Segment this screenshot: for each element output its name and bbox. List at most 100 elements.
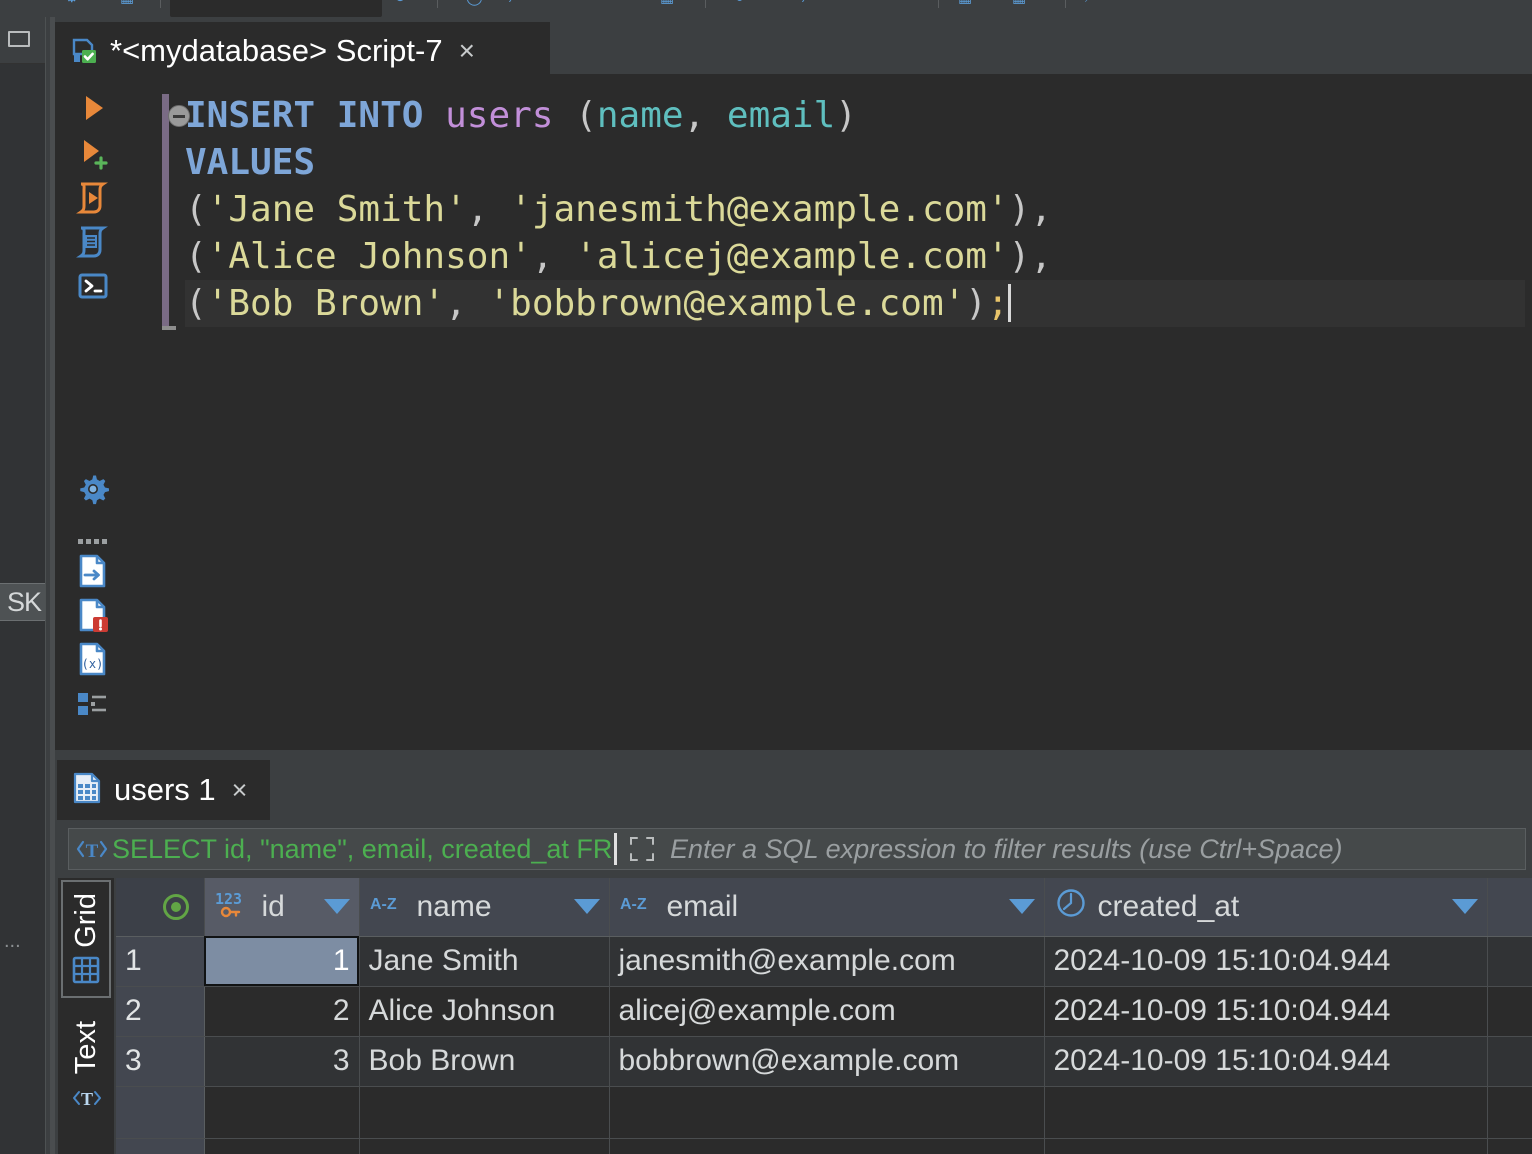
expand-icon[interactable] — [627, 834, 657, 864]
auto-dropdown[interactable]: Auto — [170, 0, 382, 17]
filter-sql-text[interactable]: SELECT id, "name", email, created_at FRO — [112, 834, 612, 865]
record-indicator-icon — [125, 893, 195, 920]
script-run-icon[interactable] — [73, 178, 113, 218]
toolbar-divider-2 — [437, 0, 438, 8]
toolbar-icon-2[interactable]: ▦ — [120, 0, 134, 6]
table-row-empty[interactable] — [116, 1086, 1532, 1139]
number-key-icon: 123 — [214, 887, 254, 927]
strip-divider — [45, 17, 46, 1154]
results-view-tab-grid[interactable]: Grid — [61, 880, 111, 998]
cell-id[interactable]: 1 — [204, 936, 360, 987]
grid-icon — [71, 955, 101, 985]
run-new-icon[interactable] — [73, 134, 113, 174]
cell-empty — [1487, 1086, 1532, 1139]
svg-text:123: 123 — [215, 890, 242, 908]
chevron-down-icon[interactable] — [323, 899, 350, 915]
gear-icon[interactable] — [73, 469, 113, 509]
results-tab-title: users 1 — [114, 772, 216, 807]
search-icon[interactable]: ⌕ — [1085, 0, 1093, 6]
cell-rowno: 2 — [116, 986, 205, 1037]
sql-code-content[interactable]: INSERT INTO users (name, email) VALUES ('J… — [185, 92, 1525, 327]
results-header-created_at[interactable]: created_at — [1044, 878, 1488, 937]
results-tab-users1[interactable]: users 1 × — [57, 760, 270, 820]
results-header-label: id — [261, 889, 285, 923]
left-strip-window-button[interactable] — [0, 17, 46, 64]
results-table-head: 123 id A-Z name A-Z email created_at — [116, 878, 1532, 937]
main-toolbar-partial: ⚙ ▦ Auto ⟳ ◯ ∕ ▦ ● ∕ ▦ ▦ ⌕ — [0, 0, 1532, 17]
results-header-name[interactable]: A-Z name — [359, 878, 610, 937]
cell-created_at[interactable]: 2024-10-09 15:10:04.944 — [1044, 1036, 1488, 1087]
cell-name[interactable]: Alice Johnson — [359, 986, 610, 1037]
chevron-down-icon[interactable] — [573, 899, 600, 915]
toolbar-icon-4[interactable]: ∕ — [512, 0, 515, 6]
cell-name[interactable]: Jane Smith — [359, 936, 610, 987]
file-export-icon[interactable] — [73, 551, 113, 591]
cell-empty — [116, 1086, 205, 1139]
cell-email[interactable]: alicej@example.com — [609, 986, 1045, 1037]
code-token: VALUES — [185, 142, 316, 183]
sql-editor[interactable]: (x) INSERT INTO users (name, email) VALUE… — [55, 74, 1532, 750]
toolbar-refresh-icon[interactable]: ⟳ — [395, 0, 408, 6]
results-grid[interactable]: 123 id A-Z name A-Z email created_at 1 1 Jane Sm… — [116, 878, 1532, 1154]
code-line: ('Alice Johnson', 'alicej@example.com'), — [185, 233, 1525, 280]
results-header-label: email — [666, 889, 739, 923]
chevron-down-icon[interactable] — [1451, 899, 1478, 915]
left-tool-strip: SK ... — [0, 17, 46, 1154]
filter-placeholder-text: Enter a SQL expression to filter results… — [670, 833, 1343, 864]
datagrip-window: ⚙ ▦ Auto ⟳ ◯ ∕ ▦ ● ∕ ▦ ▦ ⌕ SK ... — [0, 0, 1532, 1154]
cell-spare[interactable] — [1487, 1036, 1532, 1087]
cell-id[interactable]: 3 — [204, 1036, 360, 1087]
toolbar-icon-1[interactable]: ⚙ — [65, 0, 78, 6]
results-tab-bar: users 1 × — [55, 760, 1532, 820]
cell-empty — [609, 1138, 1045, 1154]
toolbar-icon-5[interactable]: ▦ — [660, 0, 674, 6]
cell-created_at[interactable]: 2024-10-09 15:10:04.944 — [1044, 936, 1488, 987]
results-header-id[interactable]: 123 id — [204, 878, 360, 937]
az-icon: A-Z — [619, 890, 659, 924]
cell-email[interactable]: bobbrown@example.com — [609, 1036, 1045, 1087]
cell-empty — [204, 1138, 360, 1154]
sql-filter-bar[interactable]: T SELECT id, "name", email, created_at F… — [68, 828, 1526, 870]
cell-created_at[interactable]: 2024-10-09 15:10:04.944 — [1044, 986, 1488, 1037]
clock-icon — [1054, 886, 1090, 928]
task-chip-cutoff[interactable]: SK — [0, 583, 46, 621]
script-file-icon[interactable] — [73, 222, 113, 262]
left-strip-dots: ... — [4, 930, 21, 952]
run-icon[interactable] — [73, 88, 113, 128]
code-token: 'Jane Smith' — [206, 189, 467, 230]
results-header-label: created_at — [1097, 889, 1240, 923]
results-view-tab-text-label: Text — [69, 1021, 102, 1075]
results-view-tab-grid-label: Grid — [69, 892, 102, 948]
results-header-email[interactable]: A-Z email — [609, 878, 1045, 937]
table-row[interactable]: 2 2 Alice Johnson alicej@example.com 2024-10… — [116, 986, 1532, 1037]
layout-icon[interactable] — [73, 683, 113, 723]
toolbar-icon-8[interactable]: ▦ — [958, 0, 972, 6]
console-icon[interactable] — [73, 266, 113, 306]
toolbar-icon-3[interactable]: ◯ — [466, 0, 483, 6]
toolbar-icon-6[interactable]: ● — [735, 0, 744, 6]
file-params-icon[interactable]: (x) — [73, 639, 113, 679]
cell-empty — [359, 1086, 610, 1139]
svg-text:A-Z: A-Z — [370, 896, 397, 913]
code-token: , — [531, 236, 576, 277]
table-row[interactable]: 1 1 Jane Smith janesmith@example.com 2024-10… — [116, 936, 1532, 987]
cell-email[interactable]: janesmith@example.com — [609, 936, 1045, 987]
toolbar-icon-7[interactable]: ∕ — [805, 0, 808, 6]
chevron-down-icon[interactable] — [1008, 899, 1035, 915]
toolbar-icon-9[interactable]: ▦ — [1012, 0, 1026, 6]
results-tab-close-icon[interactable]: × — [232, 776, 248, 804]
results-header-label: name — [416, 889, 492, 923]
code-token: ), — [1008, 236, 1052, 277]
cell-name[interactable]: Bob Brown — [359, 1036, 610, 1087]
cell-empty — [609, 1086, 1045, 1139]
cell-spare[interactable] — [1487, 986, 1532, 1037]
editor-tab-close-icon[interactable]: × — [459, 36, 475, 65]
table-row-empty[interactable] — [116, 1138, 1532, 1154]
file-error-icon[interactable] — [73, 595, 113, 635]
table-row[interactable]: 3 3 Bob Brown bobbrown@example.com 2024-10-0… — [116, 1036, 1532, 1087]
editor-tab-script7[interactable]: *<mydatabase> Script-7 × — [55, 22, 550, 79]
cell-spare[interactable] — [1487, 936, 1532, 987]
cell-id[interactable]: 2 — [204, 986, 360, 1037]
results-view-tab-text[interactable]: Text T — [61, 1008, 111, 1126]
